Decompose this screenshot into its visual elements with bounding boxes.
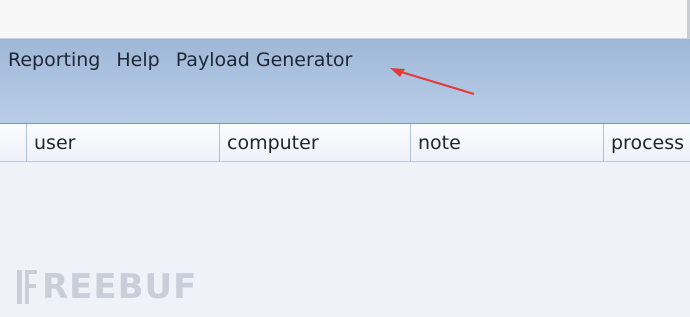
column-header-select[interactable]: [0, 124, 27, 161]
column-header-computer[interactable]: computer: [220, 124, 411, 161]
menu-item-payload-generator[interactable]: Payload Generator: [176, 49, 353, 71]
watermark-text: REEBUF: [42, 267, 198, 307]
column-header-note[interactable]: note: [411, 124, 604, 161]
column-header-process[interactable]: process: [604, 124, 690, 161]
table-header: user computer note process: [0, 124, 690, 162]
column-header-user[interactable]: user: [27, 124, 220, 161]
menu-items: Reporting Help Payload Generator: [8, 46, 368, 74]
menu-item-reporting[interactable]: Reporting: [8, 49, 100, 71]
menu-item-help[interactable]: Help: [116, 49, 159, 71]
freebuf-watermark: REEBUF: [16, 267, 197, 307]
freebuf-logo-icon: [16, 267, 38, 307]
window-titlebar: [0, 0, 690, 39]
